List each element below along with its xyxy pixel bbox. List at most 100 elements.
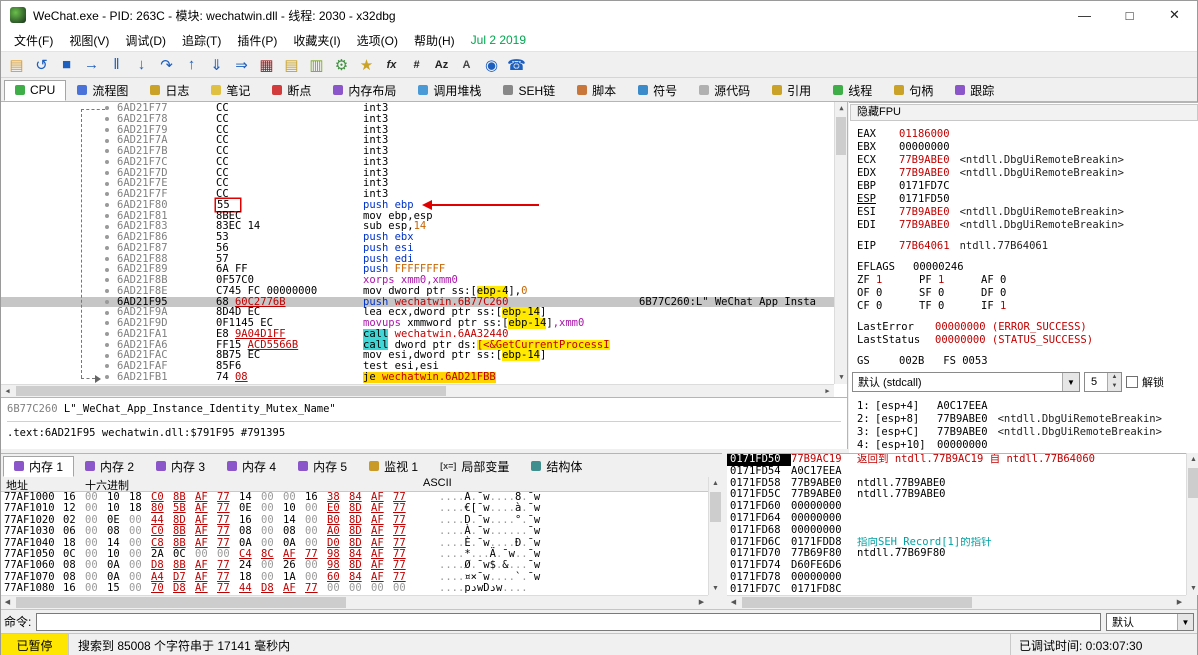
dump-vscrollbar[interactable]: ▲ ▼: [708, 477, 722, 595]
tab-句柄[interactable]: 句柄: [883, 80, 944, 101]
stack-row[interactable]: 0171FD68 00000000: [727, 524, 1186, 537]
animate-into-icon[interactable]: ⇓: [204, 53, 229, 76]
menu-item-4[interactable]: 追踪(T): [174, 29, 229, 52]
dump-row[interactable]: 77AF1080 16 00 15 00 70 D8 AF 77 44 D8 AF 77 00 00 00 00…: [1, 582, 708, 594]
graph-icon[interactable]: ◉: [479, 53, 504, 76]
breakpoint-gutter[interactable]: [1, 350, 113, 361]
command-input[interactable]: [36, 612, 1101, 631]
log-icon[interactable]: ▥: [304, 53, 329, 76]
scroll-up-icon[interactable]: ▲: [1187, 453, 1198, 466]
tab-内存 1[interactable]: 内存 1: [3, 456, 75, 477]
tab-线程[interactable]: 线程: [822, 80, 883, 101]
menu-item-1[interactable]: 文件(F): [6, 29, 61, 52]
menu-item-7[interactable]: 选项(O): [349, 29, 406, 52]
argument-row[interactable]: 3: [esp+C] 77B9ABE0 <ntdll.DbgUiRemoteBreak…: [857, 426, 1162, 439]
breakpoint-gutter[interactable]: [1, 178, 113, 189]
fx-icon[interactable]: fx: [379, 53, 404, 76]
argument-row[interactable]: 4: [esp+10] 00000000: [857, 439, 1162, 452]
register-row[interactable]: EIP 77B64061 ntdll.77B64061: [857, 240, 1197, 253]
flags-row[interactable]: OF 0 SF 0 DF 0: [857, 287, 1197, 300]
hash-icon[interactable]: #: [404, 53, 429, 76]
scroll-up-icon[interactable]: ▲: [709, 477, 722, 490]
scroll-thumb[interactable]: [16, 597, 346, 608]
breakpoint-gutter[interactable]: [1, 361, 113, 372]
scroll-thumb[interactable]: [836, 117, 846, 155]
stack-row[interactable]: 0171FD54 A0C17EEA: [727, 465, 1186, 478]
tab-调用堆栈[interactable]: 调用堆栈: [407, 80, 492, 101]
stop-icon[interactable]: ■: [54, 53, 79, 76]
scroll-down-icon[interactable]: ▼: [835, 371, 848, 384]
scroll-right-icon[interactable]: ▶: [695, 596, 708, 609]
args-depth-spinner[interactable]: 5 ▲ ▼: [1084, 372, 1122, 392]
menu-item-2[interactable]: 视图(V): [61, 29, 117, 52]
breakpoint-gutter[interactable]: [1, 232, 113, 243]
chevron-down-icon[interactable]: ▼: [1177, 613, 1193, 630]
breakpoint-gutter[interactable]: [1, 243, 113, 254]
tab-SEH链[interactable]: SEH链: [492, 80, 566, 101]
tab-跟踪[interactable]: 跟踪: [944, 80, 1005, 101]
breakpoint-gutter[interactable]: [1, 297, 113, 308]
minimize-icon[interactable]: —: [1062, 1, 1107, 29]
find-strings-icon[interactable]: A: [454, 53, 479, 76]
dump-row[interactable]: 77AF1030 06 00 08 00 C0 8B AF 77 08 00 08 00 A0 8D AF 77…: [1, 525, 708, 537]
breakpoint-gutter[interactable]: [1, 264, 113, 275]
dump-hscrollbar[interactable]: ◀ ▶: [1, 595, 708, 609]
breakpoint-gutter[interactable]: [1, 254, 113, 265]
tab-源代码[interactable]: 源代码: [688, 80, 761, 101]
breakpoint-gutter[interactable]: [1, 114, 113, 125]
breakpoint-gutter[interactable]: [1, 189, 113, 200]
register-row[interactable]: EBP 0171FD7C: [857, 180, 1197, 193]
scroll-thumb[interactable]: [16, 386, 446, 396]
breakpoint-gutter[interactable]: [1, 340, 113, 351]
flags-row[interactable]: ZF 1 PF 1 AF 0: [857, 274, 1197, 287]
segment-registers-row[interactable]: GS 002B FS 0053: [857, 355, 1197, 368]
settings-gear-icon[interactable]: ⚙: [329, 53, 354, 76]
register-row[interactable]: EDX 77B9ABE0 <ntdll.DbgUiRemoteBreakin>: [857, 167, 1197, 180]
register-row[interactable]: LastStatus 00000000 (STATUS_SUCCESS): [857, 334, 1197, 347]
breakpoint-gutter[interactable]: [1, 275, 113, 286]
stack-vscrollbar[interactable]: ▲ ▼: [1186, 453, 1198, 595]
scroll-left-icon[interactable]: ◀: [727, 596, 740, 609]
restart-icon[interactable]: ↺: [29, 53, 54, 76]
breakpoint-gutter[interactable]: [1, 221, 113, 232]
breakpoint-gutter[interactable]: [1, 157, 113, 168]
favorites-star-icon[interactable]: ★: [354, 53, 379, 76]
tab-内存 3[interactable]: 内存 3: [145, 456, 216, 477]
scroll-thumb[interactable]: [710, 492, 721, 522]
chevron-down-icon[interactable]: ▼: [1062, 373, 1079, 391]
tab-日志[interactable]: 日志: [139, 80, 200, 101]
scroll-up-icon[interactable]: ▲: [835, 102, 848, 115]
register-row[interactable]: EDI 77B9ABE0 <ntdll.DbgUiRemoteBreakin>: [857, 219, 1197, 232]
command-mode-select[interactable]: 默认 ▼: [1106, 612, 1194, 631]
breakpoint-gutter[interactable]: [1, 286, 113, 297]
pause-icon[interactable]: ‖: [104, 53, 129, 76]
breakpoint-gutter[interactable]: [1, 200, 113, 211]
disasm-hscrollbar[interactable]: ◀ ▶: [1, 384, 834, 397]
flags-row[interactable]: CF 0 TF 0 IF 1: [857, 300, 1197, 313]
unlock-checkbox[interactable]: [1126, 376, 1138, 388]
menu-item-5[interactable]: 插件(P): [229, 29, 285, 52]
menu-item-8[interactable]: 帮助(H): [406, 29, 463, 52]
breakpoint-gutter[interactable]: [1, 135, 113, 146]
stack-row[interactable]: 0171FD64 00000000: [727, 512, 1186, 525]
tab-结构体[interactable]: 结构体: [520, 456, 593, 477]
breakpoint-gutter[interactable]: [1, 211, 113, 222]
remote-phone-icon[interactable]: ☎: [504, 53, 529, 76]
menu-item-3[interactable]: 调试(D): [117, 29, 174, 52]
register-row[interactable]: ESI 77B9ABE0 <ntdll.DbgUiRemoteBreakin>: [857, 206, 1197, 219]
breakpoint-gutter[interactable]: [1, 125, 113, 136]
step-over-icon[interactable]: ↷: [154, 53, 179, 76]
animate-over-icon[interactable]: ⇒: [229, 53, 254, 76]
disasm-row[interactable]: 6AD21F7C CC int3: [1, 156, 834, 168]
tab-断点[interactable]: 断点: [261, 80, 322, 101]
tab-笔记[interactable]: 笔记: [200, 80, 261, 101]
register-row[interactable]: LastError 00000000 (ERROR_SUCCESS): [857, 321, 1197, 334]
scroll-right-icon[interactable]: ▶: [1173, 596, 1186, 609]
close-icon[interactable]: ✕: [1152, 1, 1197, 29]
register-row[interactable]: ESP 0171FD50: [857, 193, 1197, 206]
breakpoint-gutter[interactable]: [1, 168, 113, 179]
hide-fpu-button[interactable]: 隐藏FPU: [850, 104, 1198, 121]
breakpoint-gutter[interactable]: [1, 146, 113, 157]
case-az-icon[interactable]: Az: [429, 53, 454, 76]
tab-流程图[interactable]: 流程图: [66, 80, 139, 101]
